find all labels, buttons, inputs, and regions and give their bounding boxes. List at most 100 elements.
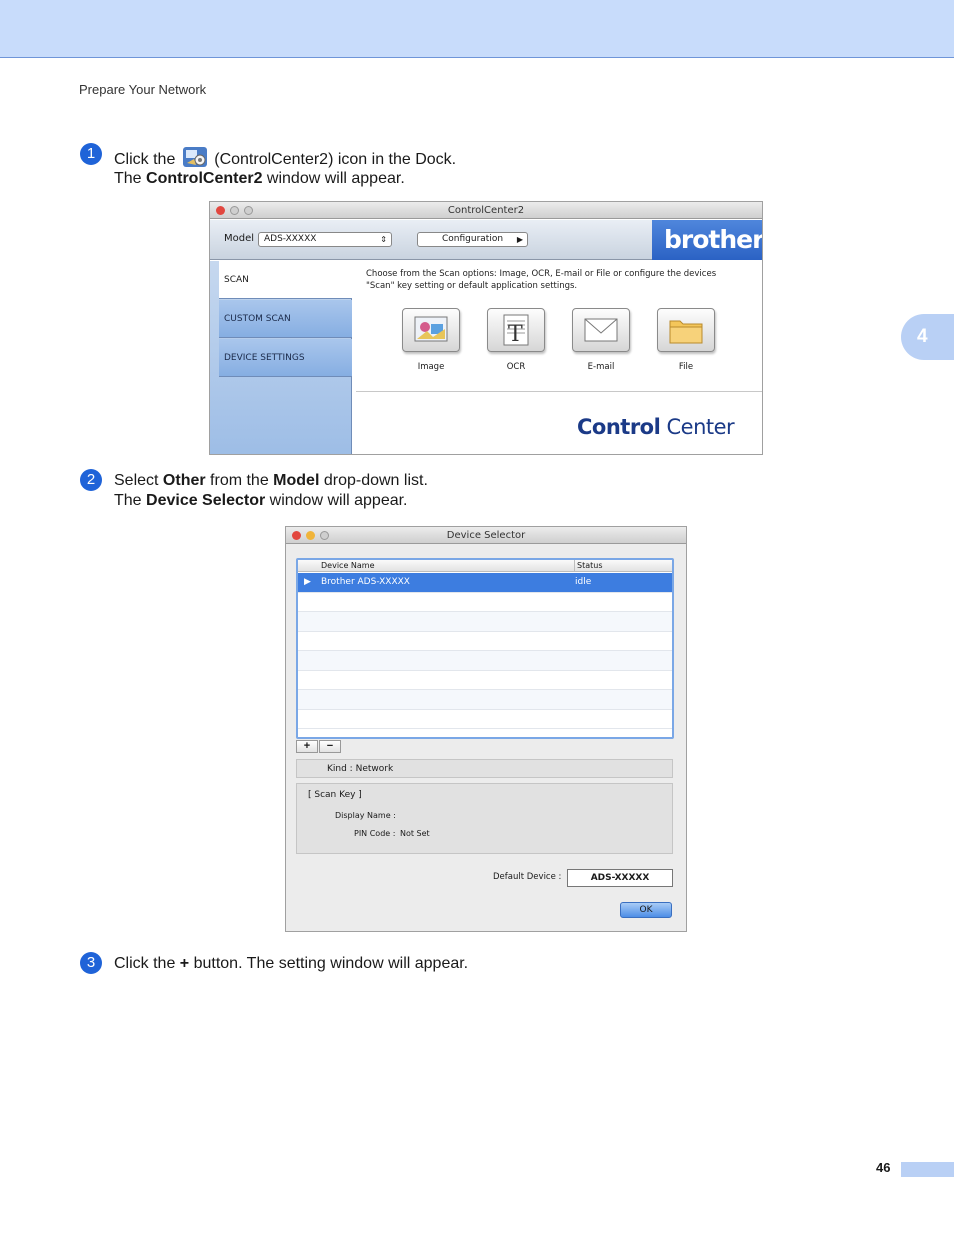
email-scan-button[interactable] <box>572 308 630 352</box>
table-row <box>298 632 672 651</box>
scan-description: Choose from the Scan options: Image, OCR… <box>366 268 746 292</box>
table-header: Device Name Status <box>298 560 672 572</box>
step-3-bold-plus: + <box>179 955 190 972</box>
controlcenter2-icon <box>182 147 207 167</box>
controlcenter2-window: ControlCenter2 Model ADS-XXXXX ⇕ Configu… <box>209 201 763 455</box>
ok-button[interactable]: OK <box>620 902 672 918</box>
page-number-bar <box>901 1162 954 1177</box>
device-status-cell: idle <box>575 577 592 587</box>
email-button-label: E-mail <box>587 362 615 372</box>
triangle-right-icon: ▶ <box>516 235 523 244</box>
disclosure-triangle-icon[interactable]: ▶ <box>304 573 311 592</box>
file-scan-button[interactable] <box>657 308 715 352</box>
column-header-status[interactable]: Status <box>574 560 603 572</box>
image-button-label: Image <box>417 362 445 372</box>
kind-label: Kind : <box>327 764 353 774</box>
step-2-line-2-pre: The <box>114 492 147 509</box>
step-number-3: 3 <box>80 952 102 974</box>
zoom-window-icon[interactable] <box>320 531 329 540</box>
ocr-button-label: OCR <box>506 362 526 372</box>
step-1-line-2: The ControlCenter2 window will appear. <box>114 169 405 189</box>
ocr-scan-button[interactable]: T <box>487 308 545 352</box>
model-dropdown[interactable]: ADS-XXXXX ⇕ <box>258 232 392 247</box>
step-1-text-end: (ControlCenter2) icon in the Dock. <box>209 151 457 168</box>
step-1-line-2-pre: The <box>114 170 147 187</box>
step-2-post: drop-down list. <box>319 472 428 489</box>
controlcenter2-sidebar: SCAN CUSTOM SCAN DEVICE SETTINGS <box>210 261 352 454</box>
table-row <box>298 710 672 729</box>
chapter-tab: 4 <box>901 314 954 360</box>
controlcenter2-toolbar: Model ADS-XXXXX ⇕ Configuration ▶ brothe… <box>210 220 762 260</box>
scan-description-line-1: Choose from the Scan options: Image, OCR… <box>366 269 717 279</box>
image-scan-button[interactable] <box>402 308 460 352</box>
default-device-label: Default Device : <box>493 872 562 882</box>
device-list-table: Device Name Status ▶ Brother ADS-XXXXX i… <box>296 558 674 739</box>
step-1-text: Click the <box>114 151 180 168</box>
pin-code-label: PIN Code : <box>354 829 396 838</box>
content-divider <box>356 391 762 392</box>
device-selector-titlebar: Device Selector <box>286 527 686 544</box>
step-1-line-2-post: window will appear. <box>262 170 405 187</box>
sidebar-item-scan[interactable]: SCAN <box>219 261 352 299</box>
step-3-line-1: Click the + button. The setting window w… <box>114 954 468 974</box>
device-selector-window: Device Selector Device Name Status ▶ Bro… <box>285 526 687 932</box>
minimize-window-icon[interactable] <box>306 531 315 540</box>
step-3-pre: Click the <box>114 955 180 972</box>
envelope-icon <box>584 318 618 342</box>
default-device-field[interactable]: ADS-XXXXX <box>567 869 673 887</box>
controlcenter2-titlebar: ControlCenter2 <box>210 202 762 219</box>
table-row <box>298 612 672 632</box>
kind-value: Network <box>355 764 394 774</box>
table-row <box>298 651 672 671</box>
configuration-label: Configuration <box>442 234 504 244</box>
step-number-1: 1 <box>80 143 102 165</box>
folder-icon <box>669 320 703 344</box>
file-button-label: File <box>678 362 694 372</box>
scan-key-panel: [ Scan Key ] Display Name : PIN Code : N… <box>296 783 673 854</box>
table-row <box>298 671 672 690</box>
page-number: 46 <box>876 1160 891 1175</box>
scan-key-title: [ Scan Key ] <box>308 790 362 800</box>
table-row <box>298 593 672 612</box>
model-label: Model <box>224 233 255 244</box>
step-2-line-2-post: window will appear. <box>265 492 408 509</box>
minimize-window-icon[interactable] <box>230 206 239 215</box>
scan-description-line-2: "Scan" key setting or default applicatio… <box>366 281 578 291</box>
close-window-icon[interactable] <box>216 206 225 215</box>
running-head: Prepare Your Network <box>79 82 207 97</box>
step-number-2: 2 <box>80 469 102 491</box>
step-2-mid: from the <box>205 472 274 489</box>
brother-logo: brother <box>652 220 762 260</box>
logo-light-part: Center <box>660 415 735 439</box>
zoom-window-icon[interactable] <box>244 206 253 215</box>
controlcenter-logo: Control Center <box>577 415 735 439</box>
display-name-label: Display Name : <box>335 811 396 820</box>
step-1-line-2-bold: ControlCenter2 <box>146 170 263 187</box>
step-2-bold-model: Model <box>273 472 320 489</box>
step-2-pre: Select <box>114 472 163 489</box>
remove-device-button[interactable]: − <box>319 740 341 753</box>
logo-bold-part: Control <box>577 415 661 439</box>
device-name-cell: Brother ADS-XXXXX <box>321 577 410 587</box>
image-icon <box>414 316 448 342</box>
configuration-button[interactable]: Configuration ▶ <box>417 232 528 247</box>
step-2-bold-other: Other <box>162 472 206 489</box>
add-device-button[interactable]: + <box>296 740 318 753</box>
step-2-line-2-bold: Device Selector <box>146 492 266 509</box>
kind-field: Kind : Network <box>296 759 673 778</box>
step-1-line-1: Click the (ControlCenter2) icon in the D… <box>114 145 456 170</box>
sidebar-item-device-settings[interactable]: DEVICE SETTINGS <box>219 339 352 377</box>
svg-text:T: T <box>508 322 523 347</box>
top-header-band <box>0 0 954 58</box>
updown-arrow-icon: ⇕ <box>380 235 387 244</box>
pin-code-value: Not Set <box>400 829 430 838</box>
sidebar-item-custom-scan[interactable]: CUSTOM SCAN <box>219 300 352 338</box>
step-3-post: button. The setting window will appear. <box>189 955 469 972</box>
table-row <box>298 690 672 710</box>
model-dropdown-value: ADS-XXXXX <box>264 234 317 244</box>
column-header-device-name[interactable]: Device Name <box>321 560 375 572</box>
step-2-line-1: Select Other from the Model drop-down li… <box>114 471 428 491</box>
step-2-line-2: The Device Selector window will appear. <box>114 491 408 511</box>
table-row[interactable]: ▶ Brother ADS-XXXXX idle <box>298 573 672 593</box>
close-window-icon[interactable] <box>292 531 301 540</box>
